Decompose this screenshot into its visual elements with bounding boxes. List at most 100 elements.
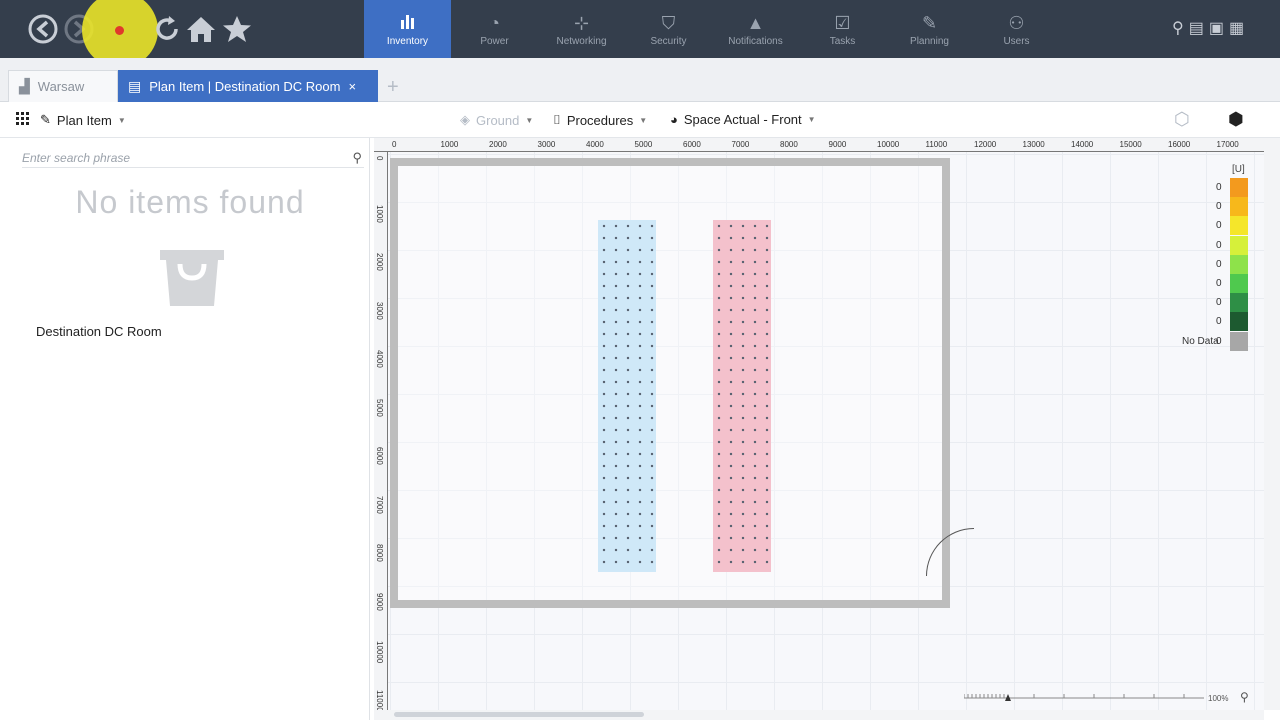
menu-label: Inventory: [386, 35, 429, 47]
ruler-tick-label: 11000: [375, 689, 384, 711]
tab-warsaw[interactable]: ▟ Warsaw: [8, 70, 118, 102]
ruler-tick-label: 14000: [1071, 140, 1094, 149]
legend-row: 0: [1174, 274, 1254, 293]
pencil-icon: ✎: [921, 12, 938, 33]
legend-row: 0: [1174, 312, 1254, 332]
menu-notifications[interactable]: ▲ Notifications: [712, 0, 799, 58]
plan-item-dropdown[interactable]: ✎ Plan Item ▼: [40, 112, 126, 128]
ground-dropdown[interactable]: ◈ Ground ▼: [460, 112, 533, 128]
clipboard-icon: ☑: [834, 12, 851, 33]
legend-swatch: [1230, 197, 1248, 217]
space-actual-label: Space Actual - Front: [683, 112, 802, 127]
ruler-tick-label: 9000: [828, 140, 847, 149]
legend-value: 0: [1216, 220, 1222, 232]
menu-networking[interactable]: ⊹ Networking: [538, 0, 625, 58]
ruler-tick-label: 0: [392, 140, 397, 149]
horizontal-scrollbar[interactable]: [374, 710, 1264, 720]
pencil-icon: ✎: [40, 112, 51, 127]
legend-row: 0: [1174, 178, 1254, 197]
rack-row-blue[interactable]: [598, 220, 656, 572]
legend-no-data: No Data: [1182, 336, 1219, 347]
ruler-tick-label: 2000: [489, 140, 507, 149]
document-icon: ▤: [128, 77, 142, 94]
legend-value: 0: [1216, 258, 1222, 270]
legend-row: 0: [1174, 293, 1254, 313]
star-icon[interactable]: [220, 12, 254, 46]
space-actual-dropdown[interactable]: ◕ Space Actual - Front ▼: [670, 112, 816, 127]
legend-unit: [U]: [1232, 164, 1245, 175]
ruler-tick-label: 8000: [375, 544, 384, 562]
menu-label: Networking: [556, 35, 607, 47]
menu-inventory[interactable]: Inventory: [364, 0, 451, 58]
ruler-tick-label: 12000: [974, 140, 997, 149]
tab-label: Warsaw: [37, 79, 85, 94]
procedures-label: Procedures: [566, 112, 634, 128]
search-icon[interactable]: ⚲: [352, 150, 362, 166]
legend-value: 0: [1216, 182, 1222, 193]
procedures-dropdown[interactable]: ⌷ Procedures ▼: [553, 112, 647, 128]
list-item[interactable]: Destination DC Room: [36, 324, 162, 339]
3d-cube-icon[interactable]: ⬢: [1228, 109, 1244, 130]
chevron-down-icon: ▼: [117, 115, 126, 125]
close-icon[interactable]: ×: [348, 79, 356, 94]
ruler-tick-label: 10000: [375, 641, 384, 664]
procedures-icon: ⌷: [553, 112, 561, 127]
menu-security[interactable]: ⛉ Security: [625, 0, 712, 58]
ruler-tick-label: 7000: [375, 495, 384, 514]
legend-value: 0: [1216, 239, 1222, 251]
menu-planning[interactable]: ✎ Planning: [886, 0, 973, 58]
zoom-icon[interactable]: ⚲: [1240, 690, 1249, 704]
menu-label: Notifications: [728, 35, 783, 47]
grid-menu-icon[interactable]: [16, 112, 30, 126]
vertical-scrollbar[interactable]: [1264, 138, 1280, 710]
main-menu: Inventory ◔ Power ⊹ Networking ⛉ Securit…: [364, 0, 1060, 58]
legend-row: 0: [1174, 197, 1254, 217]
room-outline[interactable]: [390, 158, 974, 608]
legend-swatch: [1230, 178, 1248, 197]
menu-tasks[interactable]: ☑ Tasks: [799, 0, 886, 58]
3d-box-outline-icon[interactable]: ⬡: [1174, 109, 1190, 130]
legend-value: 0: [1216, 297, 1222, 309]
legend-swatch: [1230, 274, 1248, 293]
menu-power[interactable]: ◔ Power: [451, 0, 538, 58]
ruler-tick-label: 17000: [1216, 140, 1239, 149]
zoom-slider[interactable]: 100% ⚲: [964, 690, 1254, 706]
search-placeholder: Enter search phrase: [22, 150, 131, 165]
legend-row: 0: [1174, 254, 1254, 274]
scrollbar-thumb[interactable]: [394, 712, 644, 717]
ruler-tick-label: 4000: [586, 140, 604, 149]
menu-label: Tasks: [829, 35, 856, 47]
top-navigation-bar: Inventory ◔ Power ⊹ Networking ⛉ Securit…: [0, 0, 1280, 68]
refresh-icon[interactable]: [150, 12, 184, 46]
report-icon[interactable]: ▣: [1209, 18, 1224, 38]
legend-swatch: [1230, 254, 1248, 274]
document-icon[interactable]: ▤: [1189, 18, 1204, 38]
door-arc: [926, 528, 974, 576]
chevron-down-icon: ▼: [639, 115, 648, 125]
legend-swatch: [1230, 293, 1248, 313]
ruler-tick-label: 6000: [683, 140, 701, 149]
search-icon[interactable]: ⚲: [1172, 18, 1184, 38]
legend-swatch: [1230, 312, 1248, 332]
floor-plan-canvas[interactable]: 0 1000 2000 3000 4000 5000 6000 7000 8000 9000 100…: [374, 138, 1264, 710]
menu-label: Power: [480, 35, 509, 47]
rack-row-pink[interactable]: [713, 220, 771, 572]
palette-icon: ◕: [670, 112, 678, 127]
home-icon[interactable]: [184, 12, 218, 46]
ground-label: Ground: [476, 112, 520, 128]
tab-label: Plan Item | Destination DC Room: [149, 78, 341, 94]
ruler-tick-label: 11000: [925, 140, 948, 149]
search-input[interactable]: Enter search phrase ⚲: [22, 148, 364, 168]
ruler-tick-label: 9000: [375, 592, 384, 611]
back-arrow-icon[interactable]: [26, 12, 60, 46]
apps-grid-icon[interactable]: ▦: [1229, 18, 1244, 38]
menu-users[interactable]: ⚇ Users: [973, 0, 1060, 58]
power-icon: ◔: [489, 12, 500, 33]
tab-plan-item[interactable]: ▤ Plan Item | Destination DC Room ×: [118, 70, 378, 102]
building-icon: ▟: [19, 78, 30, 94]
ruler-tick-label: 5000: [634, 140, 653, 149]
menu-label: Planning: [910, 35, 949, 47]
zoom-level: 100%: [1208, 694, 1229, 703]
add-tab-icon[interactable]: +: [387, 76, 399, 99]
ruler-tick-label: 5000: [375, 398, 384, 417]
